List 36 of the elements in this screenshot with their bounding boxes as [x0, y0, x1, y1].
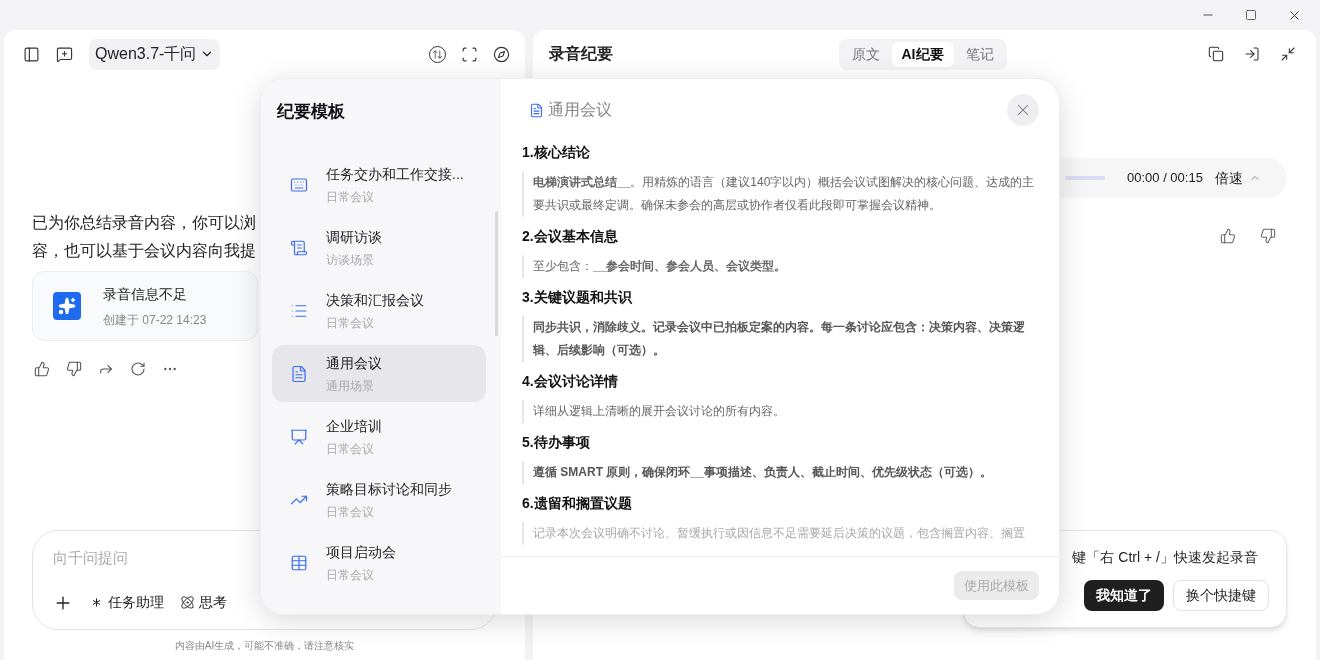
section-body: 记录本次会议明确不讨论、暂缓执行或因信息不足需要延后决策的议题，包含搁置内容、搁置	[533, 525, 1026, 542]
section-heading: 1.核心结论	[522, 143, 591, 162]
template-category: 日常会议	[326, 503, 375, 521]
section-body: 遵循 SMART 原则，确保闭环__事项描述、负责人、截止时间、优先级状态（可选）。	[533, 464, 993, 481]
dialog-title: 纪要模板	[276, 101, 346, 123]
section-body: 电梯演讲式总结__。用精炼的语言（建议140字以内）概括会议试图解决的核心问题、达成的主要共识或最终定调。确保未参会的高层或协作者仅看此段即可掌握会议精神。	[533, 174, 1036, 214]
template-category: 日常会议	[326, 566, 375, 584]
template-category: 通用场景	[326, 377, 375, 395]
card-title: 录音信息不足	[103, 284, 188, 304]
template-category: 日常会议	[326, 440, 375, 458]
template-name: 企业培训	[326, 416, 382, 436]
section-heading: 4.会议讨论详情	[522, 372, 619, 391]
tip-text: 键「右 Ctrl + /」快速发起录音	[1072, 548, 1258, 567]
template-name: 调研访谈	[326, 227, 382, 247]
template-name: 通用会议	[326, 353, 382, 373]
section-body: 至少包含：__参会时间、参会人员、会议类型。	[533, 258, 788, 275]
template-name: 任务交办和工作交接...	[326, 164, 464, 184]
section-body: 详细从逻辑上清晰的展开会议讨论的所有内容。	[533, 403, 786, 420]
template-category: 日常会议	[326, 188, 375, 206]
panel-title: 录音纪要	[549, 44, 613, 64]
message-text: 已为你总结录音内容，你可以浏	[32, 213, 256, 233]
template-category: 访谈场景	[326, 251, 375, 269]
disclaimer-text: 内容由AI生成，可能不准确，请注意核实	[174, 638, 355, 653]
section-heading: 6.遗留和搁置议题	[522, 494, 633, 513]
card-date: 创建于 07-22 14:23	[103, 311, 207, 329]
message-text: 容，也可以基于会议内容向我提	[32, 241, 256, 261]
time-readout: 00:00 / 00:15	[1127, 169, 1203, 188]
template-name: 项目启动会	[326, 542, 396, 562]
template-category: 日常会议	[326, 314, 375, 332]
template-name: 策略目标讨论和同步	[326, 479, 452, 499]
section-body: 同步共识，消除歧义。记录会议中已拍板定案的内容。每一条讨论应包含：决策内容、决策逻辑、后续影响（可选）。	[533, 319, 1026, 359]
preview-title: 通用会议	[548, 100, 612, 120]
template-name: 决策和汇报会议	[326, 290, 424, 310]
section-heading: 5.待办事项	[522, 433, 591, 452]
section-heading: 2.会议基本信息	[522, 227, 619, 246]
section-heading: 3.关键议题和共识	[522, 288, 633, 307]
